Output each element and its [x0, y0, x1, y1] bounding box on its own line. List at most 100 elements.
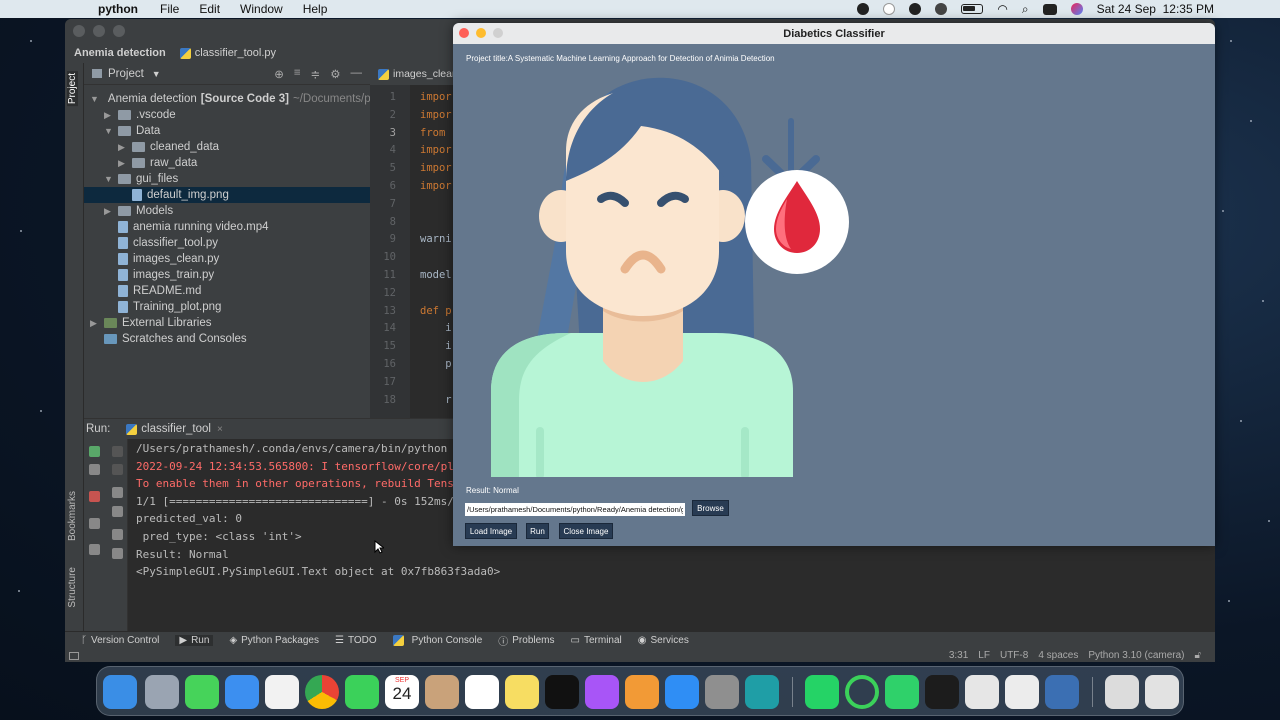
tab-run[interactable]: ▶ Run [175, 635, 214, 646]
tab-problems[interactable]: ⓘ Problems [498, 633, 554, 648]
locate-icon[interactable]: ⊕ [274, 67, 284, 81]
project-tool-tab[interactable]: Project [67, 71, 78, 107]
bookmarks-tool-tab[interactable]: Bookmarks [67, 491, 78, 541]
spinner-icon[interactable] [845, 675, 879, 709]
control-center-icon[interactable] [1042, 3, 1057, 15]
tree-item[interactable]: ▶ External Libraries [84, 315, 370, 331]
tree-item[interactable]: Training_plot.png [84, 299, 370, 315]
file-encoding[interactable]: UTF-8 [1000, 650, 1028, 661]
pycharm-icon[interactable] [885, 675, 919, 709]
notes-icon[interactable] [505, 675, 539, 709]
arduino-icon[interactable] [745, 675, 779, 709]
tab-python-console[interactable]: Python Console [392, 635, 482, 646]
tree-item[interactable]: ▼ gui_files [84, 171, 370, 187]
cloud-icon[interactable] [883, 3, 896, 15]
close-image-button[interactable]: Close Image [559, 523, 613, 539]
gear-icon[interactable]: ⚙ [330, 67, 340, 81]
scroll-to-end-icon[interactable] [112, 506, 123, 517]
documents-icon[interactable] [1105, 675, 1139, 709]
close-window-button[interactable] [459, 28, 469, 38]
calendar-icon[interactable]: SEP 24 [385, 675, 419, 709]
line-separator[interactable]: LF [978, 650, 990, 661]
messages-icon[interactable] [185, 675, 219, 709]
tree-item[interactable]: ▶ cleaned_data [84, 139, 370, 155]
project-breadcrumb[interactable]: Anemia detection [74, 47, 166, 59]
trash-icon[interactable] [112, 548, 123, 559]
python-icon[interactable] [1045, 675, 1079, 709]
structure-tool-tab[interactable]: Structure [67, 567, 78, 608]
menu-help[interactable]: Help [303, 2, 328, 16]
indent-setting[interactable]: 4 spaces [1038, 650, 1078, 661]
wrench-icon[interactable] [89, 464, 100, 475]
down-arrow-icon[interactable] [112, 464, 123, 475]
print-icon[interactable] [112, 529, 123, 540]
tab-terminal[interactable]: ▭ Terminal [571, 635, 622, 646]
rerun-icon[interactable] [89, 446, 100, 457]
wifi-icon[interactable]: ◠ [997, 2, 1007, 16]
project-panel-title[interactable]: Project [108, 68, 144, 80]
hide-icon[interactable]: — [351, 67, 363, 81]
settings-icon[interactable] [705, 675, 739, 709]
minimize-window-button[interactable] [476, 28, 486, 38]
run-button[interactable]: Run [526, 523, 549, 539]
chevron-right-icon[interactable]: ▶ [104, 206, 114, 217]
tree-item[interactable]: classifier_tool.py [84, 235, 370, 251]
photos-icon[interactable] [265, 675, 299, 709]
quicktime-icon[interactable] [965, 675, 999, 709]
tree-item[interactable]: ▶ raw_data [84, 155, 370, 171]
zoom-window-button[interactable] [493, 28, 503, 38]
tree-item[interactable]: images_clean.py [84, 251, 370, 267]
menu-edit[interactable]: Edit [199, 2, 220, 16]
menu-window[interactable]: Window [240, 2, 283, 16]
tree-item[interactable]: README.md [84, 283, 370, 299]
battery-icon[interactable] [961, 4, 984, 14]
chevron-right-icon[interactable]: ▶ [118, 142, 128, 153]
menu-file[interactable]: File [160, 2, 179, 16]
launchpad-icon[interactable] [145, 675, 179, 709]
chevron-down-icon[interactable]: ▼ [90, 94, 99, 104]
collapse-all-icon[interactable]: ≑ [311, 67, 321, 81]
chrome-icon[interactable] [305, 675, 339, 709]
tree-item[interactable]: images_train.py [84, 267, 370, 283]
search-icon[interactable]: ⌕ [1022, 2, 1029, 17]
close-dot[interactable] [73, 25, 85, 37]
tree-item[interactable]: anemia running video.mp4 [84, 219, 370, 235]
cursor-position[interactable]: 3:31 [949, 650, 968, 661]
appstore-icon[interactable] [665, 675, 699, 709]
layout-icon[interactable] [89, 518, 100, 529]
terminal-icon[interactable] [925, 675, 959, 709]
chevron-down-icon[interactable]: ▼ [104, 174, 114, 184]
contacts-icon[interactable] [425, 675, 459, 709]
soft-wrap-icon[interactable] [112, 487, 123, 498]
whatsapp-icon[interactable] [805, 675, 839, 709]
tab-python-packages[interactable]: ◈ Python Packages [229, 635, 319, 646]
interpreter[interactable]: Python 3.10 (camera) [1088, 650, 1184, 661]
app-menu[interactable]: python [98, 2, 138, 16]
tab-version-control[interactable]: ᚴ Version Control [81, 635, 159, 646]
zoom-dot[interactable] [113, 25, 125, 37]
trash-icon[interactable] [1145, 675, 1179, 709]
layout-toggle-icon[interactable] [69, 651, 79, 660]
tab-services[interactable]: ◉ Services [638, 635, 689, 646]
close-tab-icon[interactable]: × [217, 424, 223, 435]
podcasts-icon[interactable] [585, 675, 619, 709]
chevron-right-icon[interactable]: ▶ [118, 158, 128, 169]
chevron-right-icon[interactable]: ▶ [104, 110, 114, 121]
load-image-button[interactable]: Load Image [465, 523, 517, 539]
expand-all-icon[interactable]: ≡ [294, 67, 301, 81]
tab-todo[interactable]: ☰ TODO [335, 635, 377, 646]
dropdown-chevron-icon[interactable]: ▼ [152, 69, 161, 79]
browse-button[interactable]: Browse [692, 500, 729, 516]
preview-icon[interactable] [1005, 675, 1039, 709]
clock[interactable]: Sat 24 Sep 12:35 PM [1097, 2, 1214, 16]
record-icon[interactable] [857, 3, 870, 15]
up-arrow-icon[interactable] [112, 446, 123, 457]
lock-icon[interactable]: 🔓︎ [1195, 650, 1201, 661]
chevron-down-icon[interactable]: ▼ [104, 126, 114, 136]
tree-item[interactable]: ▼ Data [84, 123, 370, 139]
reminders-icon[interactable] [465, 675, 499, 709]
minimize-dot[interactable] [93, 25, 105, 37]
run-tab[interactable]: classifier_tool [141, 423, 211, 435]
tree-item[interactable]: ▼ Anemia detection [Source Code 3] ~/Docume… [84, 91, 371, 107]
tree-item[interactable]: ▶ Models [84, 203, 370, 219]
